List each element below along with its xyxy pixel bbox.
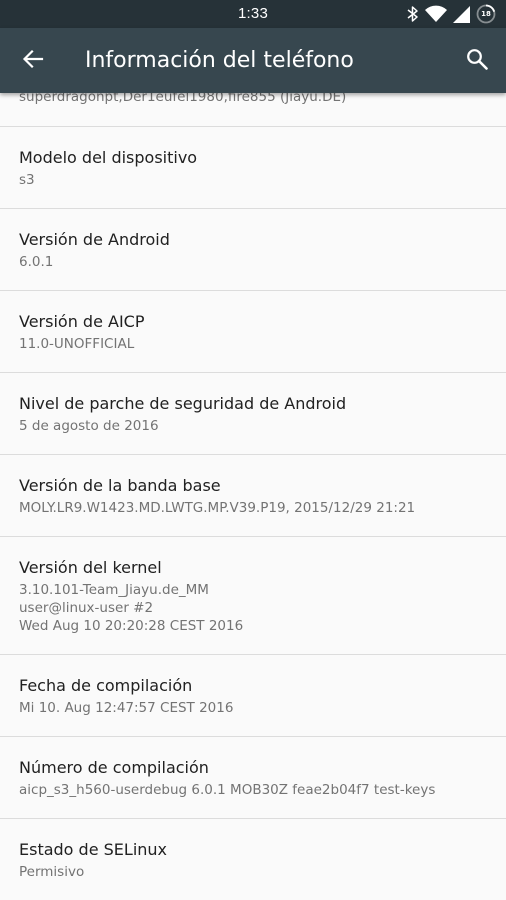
item-summary: aicp_s3_h560-userdebug 6.0.1 MOB30Z feae… <box>19 782 436 798</box>
item-title: Estado de SELinux <box>19 840 168 859</box>
list-item-security-patch[interactable]: Nivel de parche de seguridad de Android … <box>0 373 506 455</box>
list-item-device-model[interactable]: Modelo del dispositivo s3 <box>0 127 506 209</box>
battery-icon: 18 <box>476 4 496 24</box>
wifi-icon <box>425 5 447 23</box>
page-title: Información del teléfono <box>85 48 354 73</box>
item-summary: 6.0.1 <box>19 254 54 270</box>
list-item-kernel-version[interactable]: Versión del kernel 3.10.101-Team_Jiayu.d… <box>0 537 506 655</box>
list-item-baseband-version[interactable]: Versión de la banda base MOLY.LR9.W1423.… <box>0 455 506 537</box>
item-summary: s3 <box>19 172 35 188</box>
item-title: Versión de Android <box>19 230 170 249</box>
item-summary: Mi 10. Aug 12:47:57 CEST 2016 <box>19 700 234 716</box>
status-icons: 18 <box>407 4 496 24</box>
list-item-build-credits[interactable]: superdragonpt,Der1eufel1980,fire855 (Jia… <box>0 93 506 127</box>
item-title: Versión del kernel <box>19 558 162 577</box>
search-icon <box>466 48 488 74</box>
item-title: Versión de AICP <box>19 312 145 331</box>
item-title: Número de compilación <box>19 758 209 777</box>
list-item-selinux-status[interactable]: Estado de SELinux Permisivo <box>0 819 506 900</box>
item-summary: MOLY.LR9.W1423.MD.LWTG.MP.V39.P19, 2015/… <box>19 500 416 516</box>
item-summary: Permisivo <box>19 864 85 880</box>
list-item-build-number[interactable]: Número de compilación aicp_s3_h560-userd… <box>0 737 506 819</box>
item-title: Fecha de compilación <box>19 676 193 695</box>
bluetooth-icon <box>407 5 419 23</box>
list-item-build-date[interactable]: Fecha de compilación Mi 10. Aug 12:47:57… <box>0 655 506 737</box>
item-summary: superdragonpt,Der1eufel1980,fire855 (Jia… <box>19 93 347 105</box>
battery-level: 18 <box>481 10 491 18</box>
search-button[interactable] <box>458 42 496 80</box>
app-bar: Información del teléfono <box>0 28 506 93</box>
status-bar: 1:33 18 <box>0 0 506 28</box>
item-summary: 5 de agosto de 2016 <box>19 418 159 434</box>
item-summary-line: Wed Aug 10 20:20:28 CEST 2016 <box>19 618 244 634</box>
back-button[interactable] <box>14 42 52 80</box>
item-summary-line: user@linux-user #2 <box>19 600 154 616</box>
item-title: Versión de la banda base <box>19 476 221 495</box>
item-title: Modelo del dispositivo <box>19 148 198 167</box>
settings-list: superdragonpt,Der1eufel1980,fire855 (Jia… <box>0 93 506 900</box>
back-arrow-icon <box>22 48 44 74</box>
item-title: Nivel de parche de seguridad de Android <box>19 394 347 413</box>
item-summary: 11.0-UNOFFICIAL <box>19 336 135 352</box>
list-item-android-version[interactable]: Versión de Android 6.0.1 <box>0 209 506 291</box>
cell-signal-icon <box>453 5 470 23</box>
list-item-aicp-version[interactable]: Versión de AICP 11.0-UNOFFICIAL <box>0 291 506 373</box>
item-summary-line: 3.10.101-Team_Jiayu.de_MM <box>19 582 209 598</box>
